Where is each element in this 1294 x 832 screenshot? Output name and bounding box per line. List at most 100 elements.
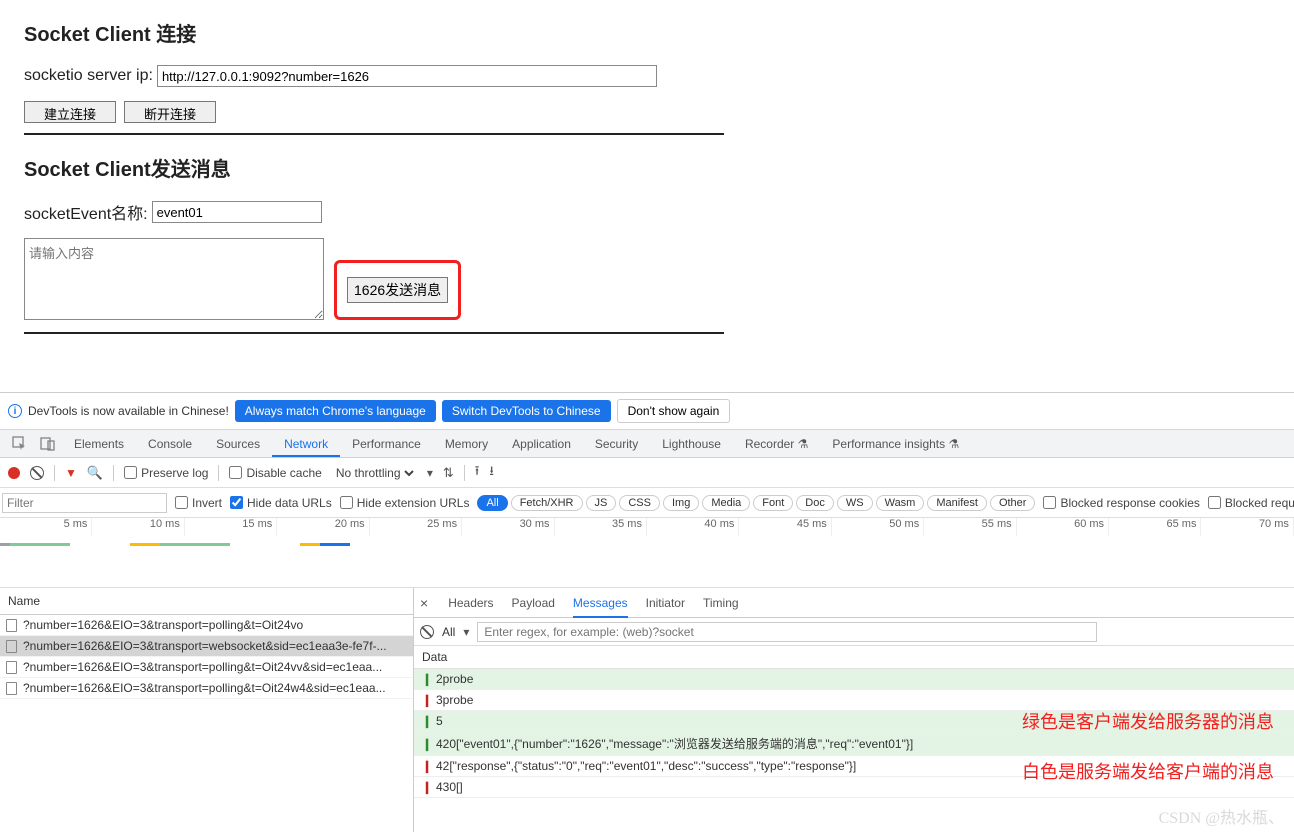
timeline-tick: 50 ms <box>832 518 924 536</box>
dont-show-again-button[interactable]: Don't show again <box>617 399 731 423</box>
disconnect-button[interactable]: 断开连接 <box>124 101 216 123</box>
type-pill-fetchxhr[interactable]: Fetch/XHR <box>511 495 583 511</box>
upload-har-icon[interactable]: ⭱ <box>475 462 480 484</box>
message-regex-input[interactable] <box>477 622 1097 642</box>
spacer <box>0 352 1294 392</box>
blocked-cookies-checkbox[interactable]: Blocked response cookies <box>1043 496 1199 510</box>
all-filter-label[interactable]: All <box>442 625 455 639</box>
device-toggle-icon[interactable] <box>40 436 56 452</box>
preserve-log-checkbox[interactable]: Preserve log <box>124 466 208 480</box>
type-pill-manifest[interactable]: Manifest <box>927 495 987 511</box>
timeline-tick: 30 ms <box>462 518 554 536</box>
language-text: DevTools is now available in Chinese! <box>28 404 229 418</box>
request-row[interactable]: ?number=1626&EIO=3&transport=websocket&s… <box>0 636 413 657</box>
timeline-tick: 40 ms <box>647 518 739 536</box>
clear-button[interactable] <box>30 466 44 480</box>
type-pill-all[interactable]: All <box>477 495 507 511</box>
hide-extension-urls-checkbox[interactable]: Hide extension URLs <box>340 496 470 510</box>
ip-label: socketio server ip: <box>24 67 153 85</box>
toolbar-divider <box>54 465 55 481</box>
devtools-tab-elements[interactable]: Elements <box>62 431 136 457</box>
event-label: socketEvent名称: <box>24 200 148 224</box>
dropdown-caret-icon[interactable]: ▾ <box>463 625 469 639</box>
throttling-select[interactable]: No throttling <box>332 465 417 481</box>
request-row[interactable]: ?number=1626&EIO=3&transport=polling&t=O… <box>0 657 413 678</box>
type-pill-img[interactable]: Img <box>663 495 699 511</box>
toolbar-divider <box>113 465 114 481</box>
type-pill-css[interactable]: CSS <box>619 495 660 511</box>
download-har-icon[interactable]: ⭳ <box>489 462 494 484</box>
devtools-tab-sources[interactable]: Sources <box>204 431 272 457</box>
timeline-tick: 55 ms <box>924 518 1016 536</box>
devtools-tab-performance-insights-[interactable]: Performance insights ⚗ <box>820 431 971 457</box>
filter-icon[interactable]: ▼ <box>65 466 77 480</box>
type-pill-font[interactable]: Font <box>753 495 793 511</box>
send-highlight-box: 1626发送消息 <box>334 260 461 320</box>
request-row[interactable]: ?number=1626&EIO=3&transport=polling&t=O… <box>0 678 413 699</box>
ws-message-row[interactable]: ❙420["event01",{"number":"1626","message… <box>414 732 1294 756</box>
separator <box>24 332 724 334</box>
blocked-requests-checkbox[interactable]: Blocked requests <box>1208 496 1294 510</box>
type-pill-media[interactable]: Media <box>702 495 750 511</box>
detail-tab-timing[interactable]: Timing <box>703 590 739 616</box>
info-icon: i <box>8 404 22 418</box>
devtools-tab-application[interactable]: Application <box>500 431 583 457</box>
send-button[interactable]: 1626发送消息 <box>347 277 448 303</box>
data-column-header[interactable]: Data <box>414 646 1294 669</box>
devtools-tab-console[interactable]: Console <box>136 431 204 457</box>
request-row[interactable]: ?number=1626&EIO=3&transport=polling&t=O… <box>0 615 413 636</box>
inspect-icon[interactable] <box>12 436 28 452</box>
ws-message-row[interactable]: ❙2probe <box>414 669 1294 690</box>
webpage-area: Socket Client 连接 socketio server ip: 建立连… <box>0 0 1294 334</box>
devtools-tab-lighthouse[interactable]: Lighthouse <box>650 431 733 457</box>
detail-tab-messages[interactable]: Messages <box>573 590 628 618</box>
clear-messages-button[interactable] <box>420 625 434 639</box>
disable-cache-checkbox[interactable]: Disable cache <box>229 466 321 480</box>
detail-tab-payload[interactable]: Payload <box>512 590 555 616</box>
network-filter-row: Invert Hide data URLs Hide extension URL… <box>0 488 1294 518</box>
detail-tabs: × Headers Payload Messages Initiator Timing <box>414 588 1294 618</box>
annotation-green: 绿色是客户端发给服务器的消息 <box>1022 708 1274 734</box>
type-pill-ws[interactable]: WS <box>837 495 873 511</box>
type-pill-doc[interactable]: Doc <box>796 495 834 511</box>
section-heading-send: Socket Client发送消息 <box>24 153 1270 182</box>
arrow-down-icon: ❙ <box>422 693 430 707</box>
document-icon <box>6 619 17 632</box>
request-name: ?number=1626&EIO=3&transport=polling&t=O… <box>23 660 382 674</box>
request-name: ?number=1626&EIO=3&transport=polling&t=O… <box>23 681 386 695</box>
timeline-tick: 45 ms <box>739 518 831 536</box>
message-textarea[interactable] <box>24 238 324 320</box>
type-pill-wasm[interactable]: Wasm <box>876 495 925 511</box>
server-ip-input[interactable] <box>157 65 657 87</box>
devtools-tab-performance[interactable]: Performance <box>340 431 433 457</box>
devtools-tab-recorder-[interactable]: Recorder ⚗ <box>733 431 820 457</box>
detail-tab-headers[interactable]: Headers <box>448 590 493 616</box>
filter-input[interactable] <box>2 493 167 513</box>
type-pill-other[interactable]: Other <box>990 495 1036 511</box>
close-detail-icon[interactable]: × <box>420 595 428 611</box>
network-timeline[interactable]: 5 ms10 ms15 ms20 ms25 ms30 ms35 ms40 ms4… <box>0 518 1294 588</box>
event-name-input[interactable] <box>152 201 322 223</box>
devtools-tab-network[interactable]: Network <box>272 431 340 457</box>
detail-tab-initiator[interactable]: Initiator <box>646 590 685 616</box>
timeline-tick: 25 ms <box>370 518 462 536</box>
toolbar-divider <box>464 465 465 481</box>
hide-data-urls-checkbox[interactable]: Hide data URLs <box>230 496 332 510</box>
dropdown-caret-icon[interactable]: ▾ <box>427 466 433 480</box>
timeline-tick: 60 ms <box>1017 518 1109 536</box>
connect-button[interactable]: 建立连接 <box>24 101 116 123</box>
devtools-tab-memory[interactable]: Memory <box>433 431 500 457</box>
name-column-header[interactable]: Name <box>0 588 413 615</box>
invert-checkbox[interactable]: Invert <box>175 496 222 510</box>
always-match-language-button[interactable]: Always match Chrome's language <box>235 400 436 422</box>
type-pill-js[interactable]: JS <box>586 495 617 511</box>
timeline-tick: 5 ms <box>0 518 92 536</box>
switch-language-button[interactable]: Switch DevTools to Chinese <box>442 400 611 422</box>
record-button[interactable] <box>8 467 20 479</box>
search-icon[interactable]: 🔍 <box>87 465 103 481</box>
devtools-tab-security[interactable]: Security <box>583 431 650 457</box>
arrow-up-icon: ❙ <box>422 672 430 686</box>
arrow-up-icon: ❙ <box>422 737 430 751</box>
network-conditions-icon[interactable]: ⇅ <box>443 465 454 481</box>
watermark: CSDN @热水瓶、 <box>1159 804 1284 828</box>
